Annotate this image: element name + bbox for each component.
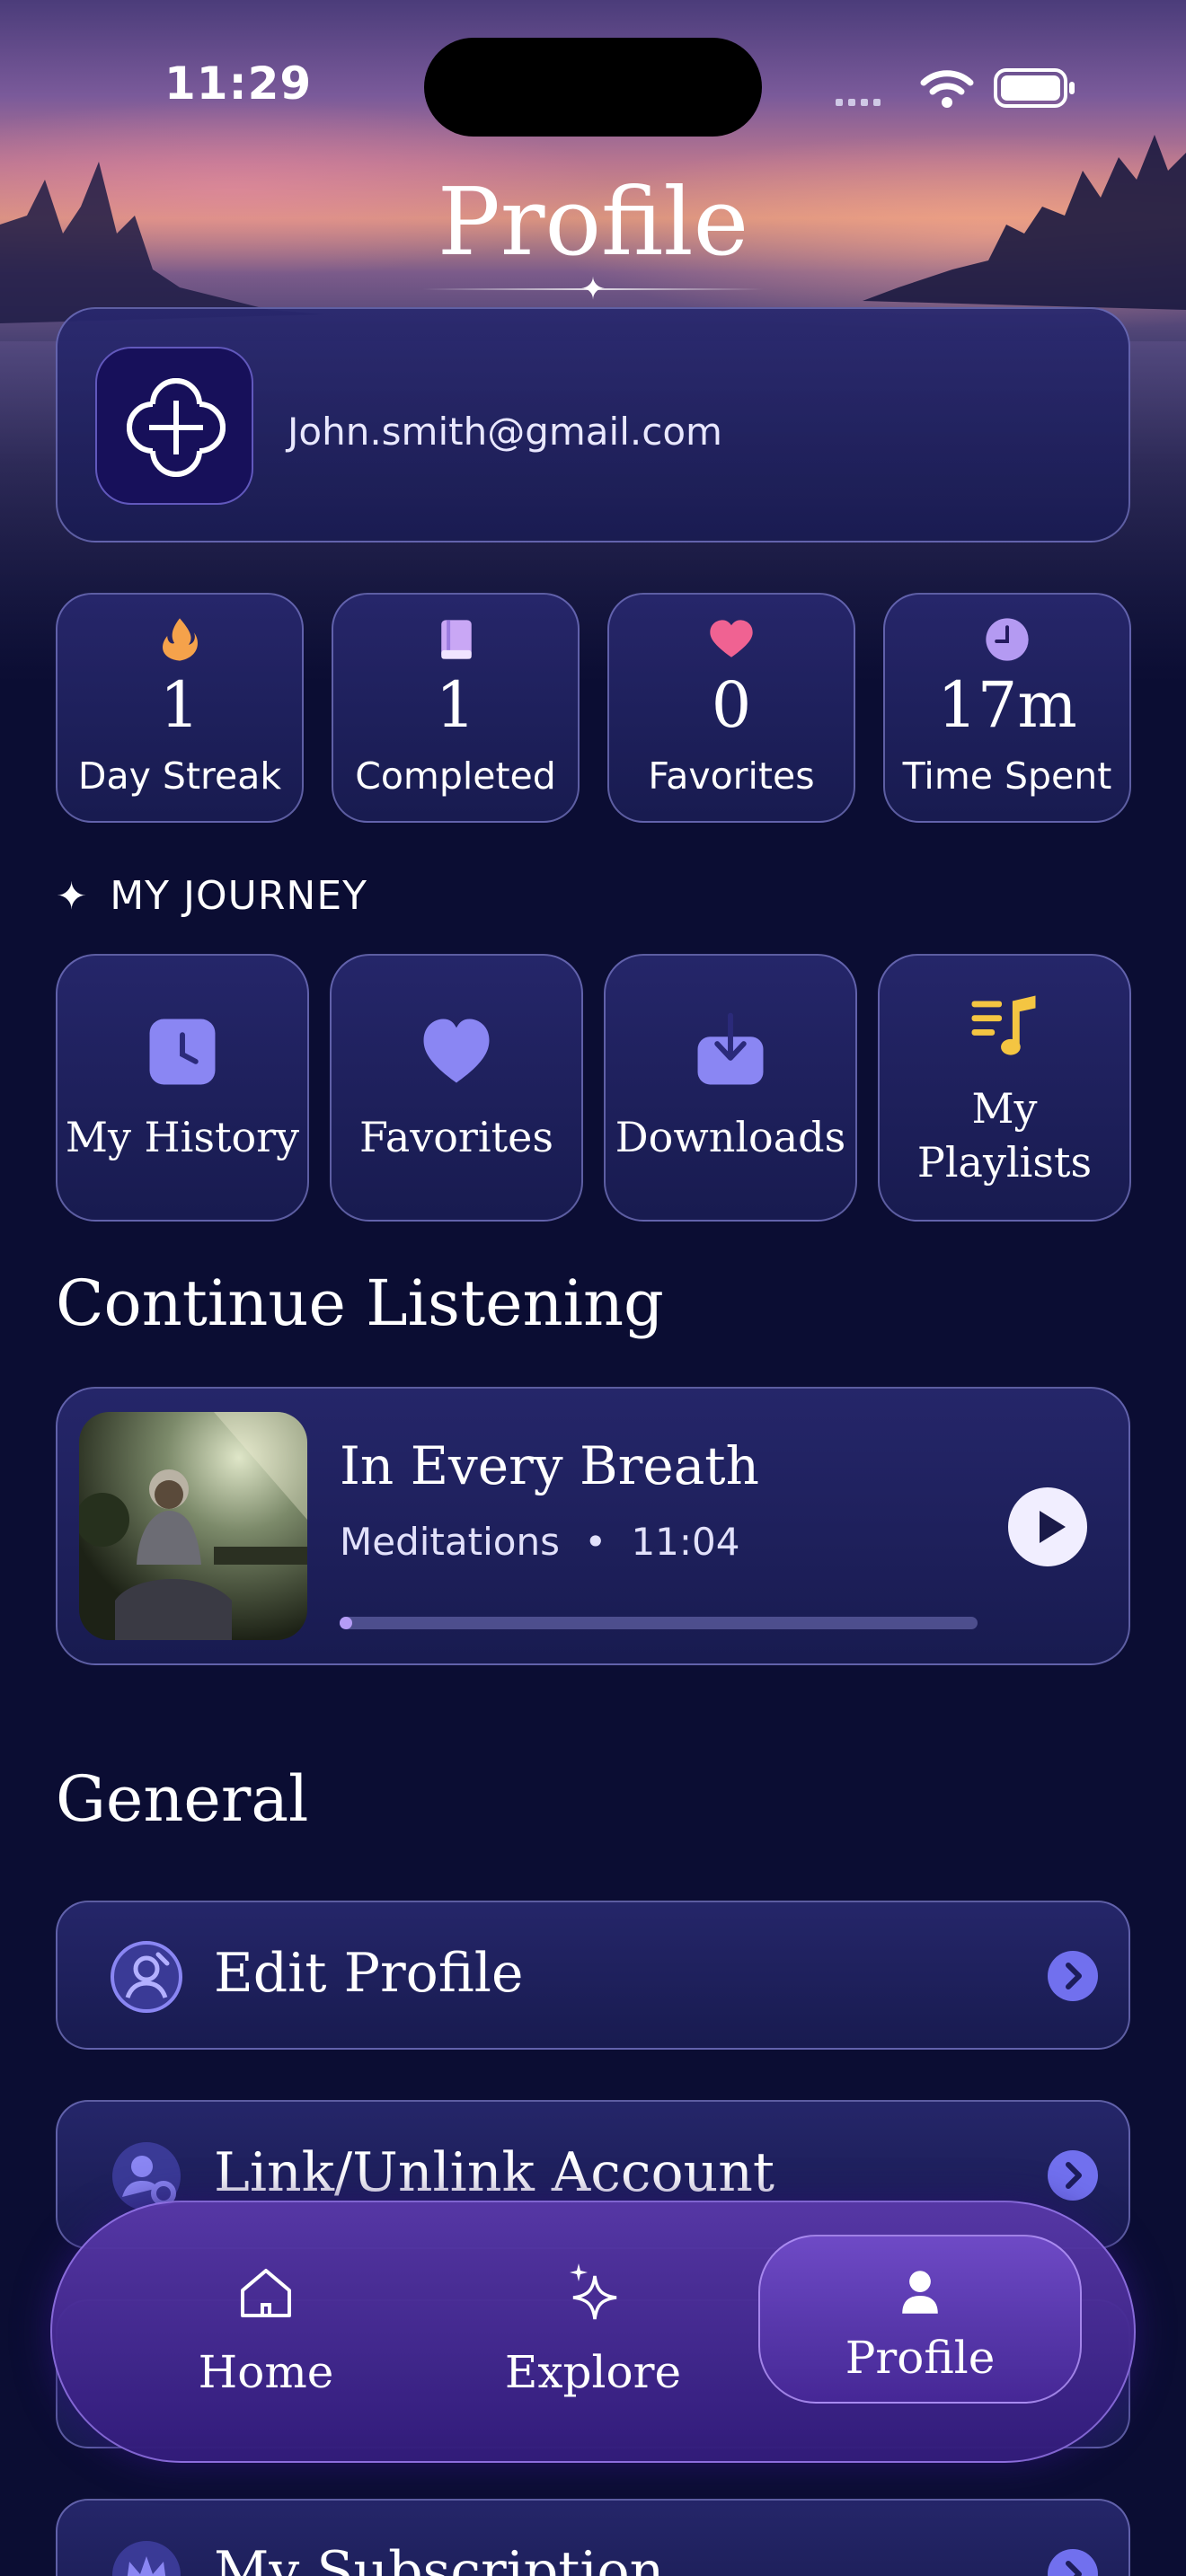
track-title: In Every Breath: [340, 1435, 759, 1496]
bottom-tab-bar: Home Explore Profile: [50, 2201, 1136, 2463]
wifi-icon: [920, 70, 974, 108]
clock-icon: [986, 618, 1029, 661]
user-edit-icon: [111, 1941, 182, 2013]
row-edit-profile[interactable]: Edit Profile: [56, 1901, 1130, 2050]
tile-label: My Playlists: [916, 1084, 1093, 1187]
general-heading: General: [56, 1762, 309, 1836]
user-email: John.smith@gmail.com: [288, 410, 722, 454]
chevron-right-icon: [1048, 2549, 1098, 2576]
tile-my-history[interactable]: My History: [56, 954, 309, 1222]
status-time: 11:29: [164, 57, 313, 110]
track-thumbnail: [79, 1412, 307, 1640]
stat-value: 1: [435, 668, 476, 742]
stat-value: 17m: [937, 668, 1077, 742]
heart-icon: [710, 620, 753, 657]
avatar: [95, 347, 253, 505]
tile-favorites[interactable]: Favorites: [330, 954, 583, 1222]
tile-label: My History: [65, 1113, 300, 1161]
track-category: Meditations: [340, 1520, 560, 1564]
stat-label: Day Streak: [77, 754, 282, 798]
row-label: Link/Unlink Account: [214, 2141, 774, 2204]
track-progress-fill: [340, 1617, 352, 1629]
row-my-subscription[interactable]: My Subscription: [56, 2499, 1130, 2576]
tab-label: Explore: [504, 2346, 682, 2398]
stat-label: Completed: [355, 754, 556, 798]
chevron-right-icon: [1048, 2150, 1098, 2201]
tab-profile[interactable]: Profile: [758, 2235, 1082, 2404]
section-heading: MY JOURNEY: [110, 873, 368, 919]
play-button[interactable]: [1008, 1487, 1087, 1566]
section-my-journey: ✦ MY JOURNEY: [56, 873, 367, 919]
track-progress-bar[interactable]: [340, 1617, 978, 1629]
dynamic-island: [424, 38, 762, 137]
flame-icon: [163, 618, 199, 661]
stat-favorites: 0 Favorites: [607, 593, 855, 823]
meta-separator: •: [584, 1520, 607, 1564]
sparkle-icon: ✦: [56, 874, 89, 918]
track-meta: Meditations • 11:04: [340, 1520, 740, 1564]
continue-listening-card[interactable]: In Every Breath Meditations • 11:04: [56, 1387, 1130, 1665]
tab-label: Profile: [845, 2332, 996, 2384]
track-duration: 11:04: [631, 1520, 740, 1564]
playlist-icon: [971, 995, 1036, 1055]
cellular-signal-icon: [836, 99, 881, 106]
clover-logo-icon: [127, 378, 226, 477]
tile-downloads[interactable]: Downloads: [604, 954, 857, 1222]
profile-card[interactable]: John.smith@gmail.com: [56, 307, 1130, 543]
chevron-right-icon: [1048, 1951, 1098, 2001]
tile-my-playlists[interactable]: My Playlists: [878, 954, 1131, 1222]
stat-label: Favorites: [648, 754, 815, 798]
battery-icon: [994, 68, 1075, 108]
row-label: Edit Profile: [214, 1942, 524, 2005]
heart-icon: [423, 1019, 490, 1083]
book-icon: [441, 620, 472, 659]
tile-label: Downloads: [615, 1113, 846, 1161]
sparkle-icon: [570, 2263, 617, 2320]
stat-day-streak: 1 Day Streak: [56, 593, 304, 823]
meditation-photo: [79, 1412, 307, 1640]
download-icon: [697, 1012, 764, 1085]
crown-icon: [112, 2541, 181, 2576]
stat-label: Time Spent: [902, 754, 1112, 798]
tab-label: Home: [198, 2346, 334, 2398]
stat-value: 0: [711, 668, 752, 742]
page-title: Profile: [437, 167, 749, 277]
stat-completed: 1 Completed: [332, 593, 580, 823]
home-icon: [241, 2269, 291, 2317]
stat-time-spent: 17m Time Spent: [883, 593, 1131, 823]
stat-value: 1: [159, 668, 200, 742]
history-clock-icon: [149, 1019, 216, 1085]
tile-label: Favorites: [359, 1113, 553, 1161]
tab-home[interactable]: Home: [104, 2220, 428, 2445]
row-label: My Subscription: [214, 2540, 665, 2576]
sparkle-ornament-icon: ✦: [580, 271, 606, 307]
tab-explore[interactable]: Explore: [431, 2220, 755, 2445]
person-icon: [902, 2271, 938, 2314]
play-icon: [1040, 1511, 1066, 1543]
continue-listening-heading: Continue Listening: [56, 1266, 664, 1340]
